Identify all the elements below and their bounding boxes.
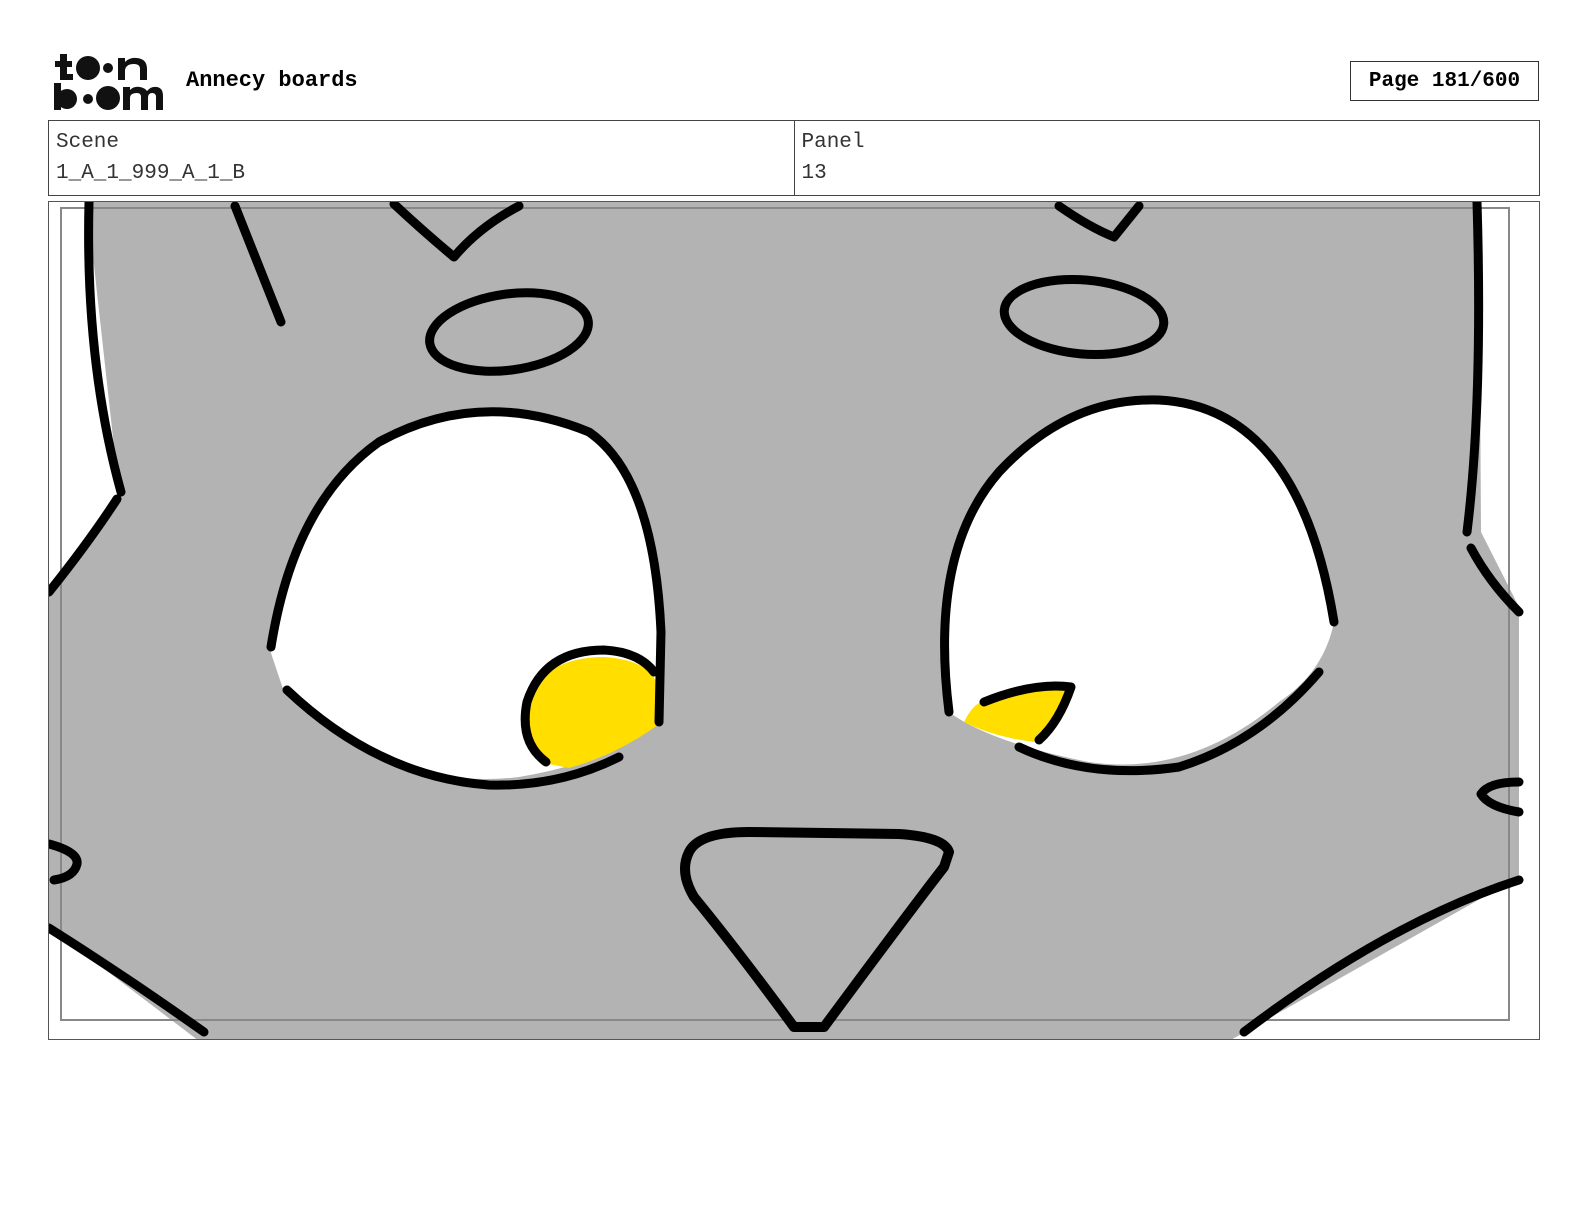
panel-value: 13 — [801, 162, 827, 185]
scene-label: Scene — [56, 131, 120, 154]
scene-value: 1_A_1_999_A_1_B — [56, 162, 246, 185]
project-title: Annecy boards — [186, 68, 358, 93]
scene-panel-info: Scene 1_A_1_999_A_1_B Panel 13 — [48, 120, 1540, 196]
scene-cell: Scene 1_A_1_999_A_1_B — [49, 121, 794, 195]
page-indicator: Page 181/600 — [1350, 61, 1539, 101]
panel-cell: Panel 13 — [793, 121, 1540, 195]
storyboard-panel — [48, 201, 1540, 1040]
panel-label: Panel — [801, 131, 865, 154]
toonboom-logo-icon — [54, 54, 163, 110]
panel-drawing — [49, 202, 1524, 1039]
toonboom-logo — [52, 50, 164, 112]
